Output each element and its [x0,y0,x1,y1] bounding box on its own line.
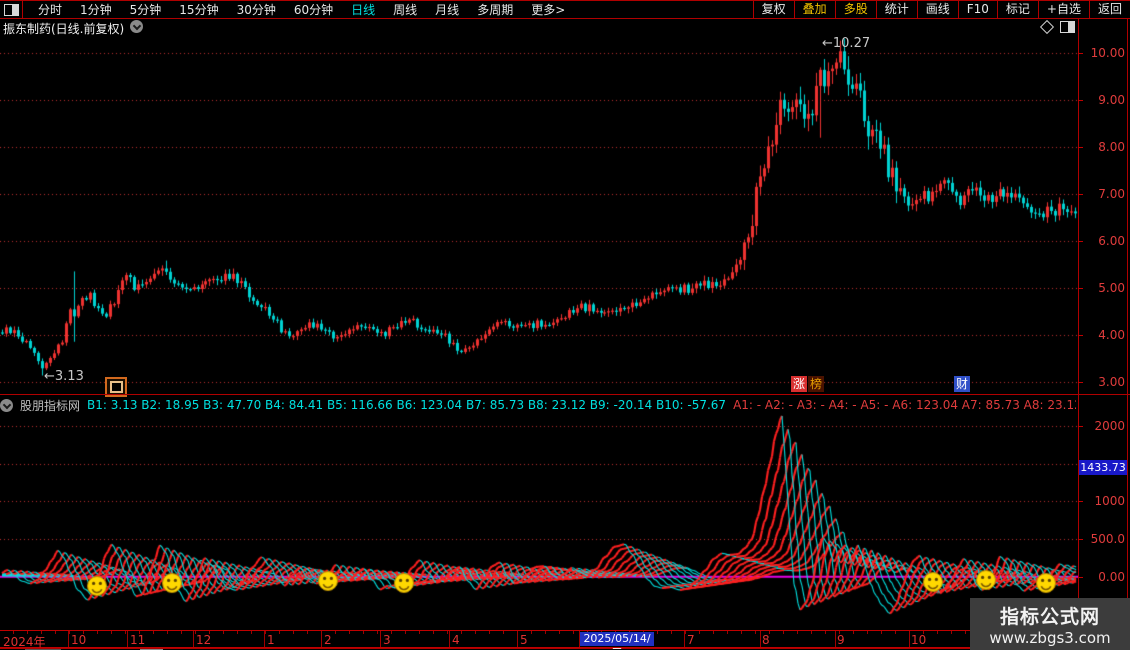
timeframe-周线[interactable]: 周线 [384,1,426,18]
title-bar: 振东制药(日线.前复权) [0,19,1078,36]
timeframe-60分钟[interactable]: 60分钟 [285,1,342,18]
crosshair-date-badge: 2025/05/14/三 [580,632,654,650]
indicator-chart[interactable] [0,415,1078,630]
watermark-url: www.zbgs3.com [989,628,1111,647]
event-marker-badge[interactable]: 涨 [791,376,807,392]
price-tick-label: 4.00 [1098,327,1125,342]
tool-画线[interactable]: 画线 [916,1,958,18]
tool-+自选[interactable]: +自选 [1037,1,1089,18]
month-label: 7 [687,633,695,647]
month-label: 4 [452,633,460,647]
timeframe-更多>[interactable]: 更多> [522,1,574,18]
month-label: 2 [324,633,332,647]
panel-layout-icon[interactable] [1060,21,1075,36]
tool-标记[interactable]: 标记 [996,1,1038,18]
timeframe-月线[interactable]: 月线 [426,1,468,18]
indicator-tick-label: 2000 [1094,419,1125,434]
month-label: 8 [762,633,770,647]
price-tick-label: 10.00 [1090,46,1125,61]
page-title: 振东制药(日线.前复权) [3,22,125,36]
indicator-b-values: B1: 3.13 B2: 18.95 B3: 47.70 B4: 84.41 B… [87,398,727,412]
right-border [1127,19,1128,648]
tool-叠加[interactable]: 叠加 [793,1,835,18]
high-price-annotation: ←10.27 [822,36,871,51]
indicator-a-values: A1: - A2: - A3: - A4: - A5: - A6: 123.04… [733,398,1076,412]
candlestick-chart[interactable] [0,34,1078,392]
timeframe-5分钟[interactable]: 5分钟 [121,1,171,18]
price-tick-label: 9.00 [1098,93,1125,108]
month-label: 10 [71,633,87,647]
indicator-tick-label: 0.00 [1098,569,1125,584]
price-tick-label: 6.00 [1098,233,1125,248]
tool-返回[interactable]: 返回 [1088,1,1130,18]
timeframe-分时[interactable]: 分时 [29,1,71,18]
chevron-down-icon[interactable] [0,398,13,412]
low-price-annotation: ←3.13 [44,369,84,384]
panel-divider [0,394,1130,395]
stock-app-window: 分时 1分钟 5分钟 15分钟 30分钟 60分钟 日线 周线 月线 多周期 更多> 复权 叠加 多股统… [0,0,1130,650]
indicator-name[interactable]: 股朋指标网 [20,397,80,414]
timeframe-1分钟[interactable]: 1分钟 [71,1,121,18]
tools-menu: 复权 叠加 多股 统计 画线 F10 标记 +自选 返回 [752,1,1130,18]
month-label: 11 [130,633,146,647]
year-label: 2024年 [3,635,46,649]
price-tick-label: 7.00 [1098,187,1125,201]
tool-统计[interactable]: 统计 [875,1,917,18]
timeframe-menu: 分时 1分钟 5分钟 15分钟 30分钟 60分钟 日线 周线 月线 多周期 更多> [23,1,753,18]
axis-border [1078,19,1079,648]
tool-复权[interactable]: 复权 [752,1,794,18]
month-label: 1 [267,633,275,647]
watermark: 指标公式网 www.zbgs3.com [970,598,1130,650]
chevron-down-icon[interactable] [130,20,143,33]
tool-F10[interactable]: F10 [957,1,997,18]
indicator-tick-label: 1000 [1094,494,1125,509]
timeframe-日线[interactable]: 日线 [342,1,384,18]
indicator-header: 股朋指标网 B1: 3.13 B2: 18.95 B3: 47.70 B4: 8… [0,396,1076,414]
watermark-title: 指标公式网 [999,605,1100,628]
timeframe-多周期[interactable]: 多周期 [468,1,522,18]
price-tick-label: 5.00 [1098,280,1125,295]
month-label: 10 [911,633,927,647]
date-axis[interactable]: 2024年 1011121234578910 2025/05/14/三 [0,630,1078,650]
layout-toggle-button[interactable] [0,1,23,18]
price-tick-label: 3.00 [1098,374,1125,389]
top-toolbar: 分时 1分钟 5分钟 15分钟 30分钟 60分钟 日线 周线 月线 多周期 更多> 复权 叠加 多股统… [0,0,1130,19]
event-marker-badge[interactable]: 榜 [808,376,824,392]
month-label: 12 [196,633,212,647]
price-tick-label: 8.00 [1098,140,1125,155]
tool-多股[interactable]: 多股 [834,1,876,18]
timeframe-30分钟[interactable]: 30分钟 [228,1,285,18]
month-label: 5 [520,633,528,647]
window-split-icon [3,3,19,16]
diamond-icon[interactable] [1039,19,1055,35]
timeframe-15分钟[interactable]: 15分钟 [170,1,227,18]
indicator-tick-label: 500.0 [1090,532,1125,547]
month-label: 3 [383,633,391,647]
bottom-border [0,648,1130,649]
current-value-badge: 1433.73 [1079,460,1127,475]
month-label: 9 [837,633,845,647]
event-marker-badge[interactable]: 财 [954,376,970,392]
